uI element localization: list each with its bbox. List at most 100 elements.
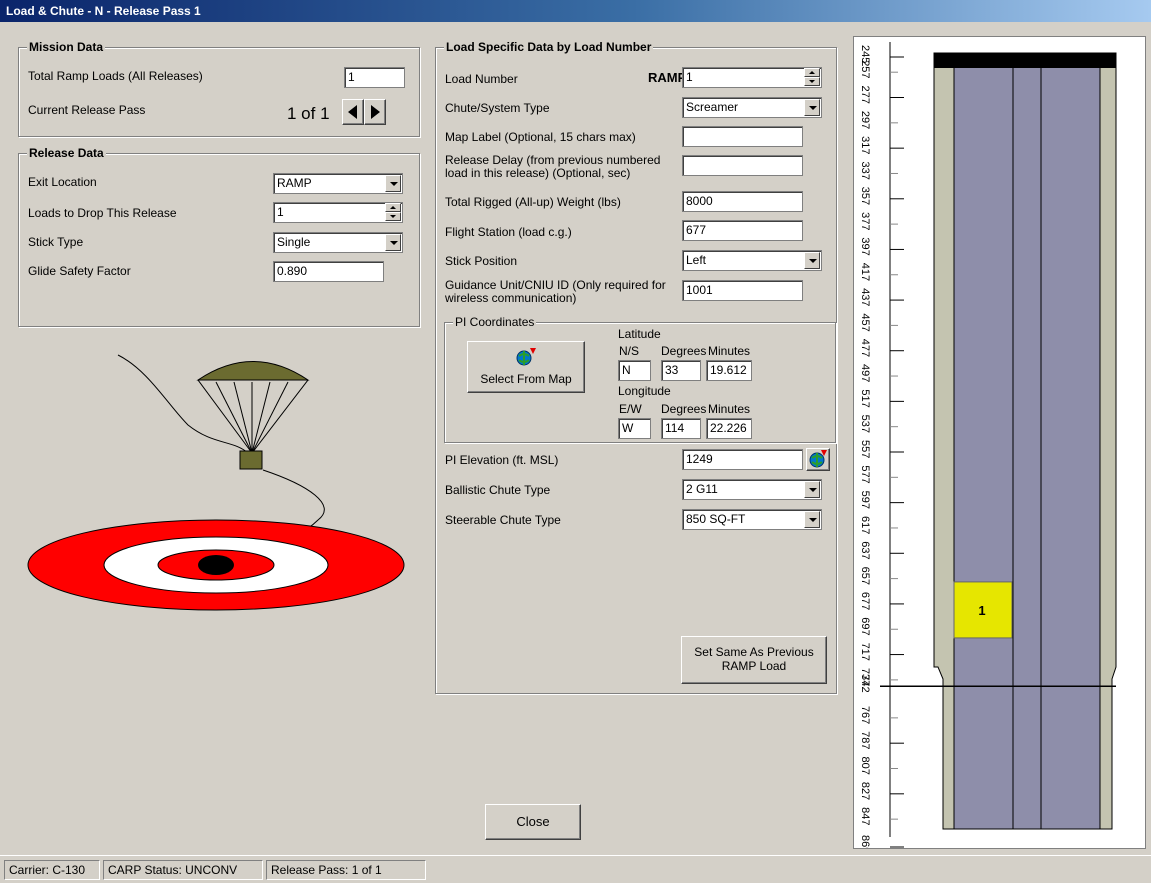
spin-up-icon[interactable]: [385, 203, 401, 212]
ruler-tick-label: 657: [859, 567, 871, 585]
pi-elevation-input[interactable]: 1249: [682, 449, 803, 470]
load-number-prefix: RAMP: [648, 70, 687, 85]
rigged-weight-label: Total Rigged (All-up) Weight (lbs): [445, 195, 621, 209]
total-ramp-loads-input[interactable]: 1: [344, 67, 405, 88]
lon-degrees-input[interactable]: 114: [661, 418, 701, 439]
load-data-title: Load Specific Data by Load Number: [444, 40, 654, 54]
set-same-label-line1: Set Same As Previous: [694, 645, 814, 659]
next-pass-button[interactable]: [364, 99, 386, 125]
lon-minutes-label: Minutes: [708, 402, 751, 416]
glide-safety-input[interactable]: 0.890: [273, 261, 384, 282]
spin-up-icon[interactable]: [804, 68, 820, 77]
guidance-label: Guidance Unit/CNIU ID (Only required for…: [445, 278, 666, 305]
close-button[interactable]: Close: [485, 804, 581, 840]
loads-to-drop-value: 1: [277, 205, 284, 219]
close-label: Close: [516, 814, 550, 829]
rigged-weight-input[interactable]: 8000: [682, 191, 803, 212]
ruler-tick-label: 417: [859, 263, 871, 281]
pi-elevation-map-button[interactable]: [806, 448, 830, 471]
cargo-load-icon: [239, 450, 263, 470]
ballistic-select[interactable]: 2 G11: [682, 479, 822, 500]
cargo-floor: [953, 52, 1101, 830]
ruler-tick-label: 377: [859, 212, 871, 230]
cargo-diagram: 2452572772973173373573773974174374574774…: [859, 42, 1117, 853]
cargo-hold: 1: [880, 52, 1117, 830]
ruler-tick-label: 257: [859, 60, 871, 78]
status-carrier: Carrier: C-130: [4, 860, 100, 880]
ruler-tick-label: 847: [859, 807, 871, 825]
ruler-tick-label: 517: [859, 389, 871, 407]
lat-ns-input[interactable]: N: [618, 360, 651, 381]
pi-coordinates-title: PI Coordinates: [453, 315, 537, 329]
lat-minutes-input[interactable]: 19.612: [706, 360, 752, 381]
load-number-value: 1: [686, 70, 693, 84]
steerable-select[interactable]: 850 SQ-FT: [682, 509, 822, 530]
ruler-tick-label: 397: [859, 237, 871, 255]
guidance-input[interactable]: 1001: [682, 280, 803, 301]
ruler-tick-label: 337: [859, 161, 871, 179]
load-number-label: Load Number: [445, 72, 518, 86]
status-carp: CARP Status: UNCONV: [103, 860, 263, 880]
chevron-down-icon[interactable]: [385, 175, 401, 192]
ruler-tick-label: 869: [859, 835, 871, 848]
flight-station-input[interactable]: 677: [682, 220, 803, 241]
lat-degrees-input[interactable]: 33: [661, 360, 701, 381]
ruler-tick-label: 557: [859, 440, 871, 458]
spin-down-icon[interactable]: [385, 212, 401, 221]
ballistic-value: 2 G11: [686, 482, 718, 496]
chute-type-select[interactable]: Screamer: [682, 97, 822, 118]
load-number-stepper[interactable]: 1: [682, 67, 822, 88]
latitude-label: Latitude: [618, 327, 661, 341]
spin-down-icon[interactable]: [804, 77, 820, 86]
chevron-down-icon[interactable]: [804, 252, 820, 269]
arrow-left-icon: [348, 105, 357, 119]
exit-location-select[interactable]: RAMP: [273, 173, 403, 194]
select-from-map-label: Select From Map: [480, 372, 572, 386]
ruler-tick-label: 597: [859, 491, 871, 509]
loads-to-drop-label: Loads to Drop This Release: [28, 206, 177, 220]
ruler-tick-label: 717: [859, 643, 871, 661]
chevron-down-icon[interactable]: [385, 234, 401, 251]
globe-icon: [809, 450, 827, 468]
lon-degrees-label: Degrees: [661, 402, 707, 416]
ruler-tick-label: 457: [859, 313, 871, 331]
chevron-down-icon[interactable]: [804, 481, 820, 498]
release-delay-input[interactable]: [682, 155, 803, 176]
ruler-ticks: 2452572772973173373573773974174374574774…: [859, 45, 904, 853]
pi-coordinates-group: PI Coordinates Select From Map Latitude …: [444, 315, 836, 443]
suspension-lines: [197, 379, 309, 454]
load-data-group: Load Specific Data by Load Number Load N…: [435, 40, 837, 694]
steerable-label: Steerable Chute Type: [445, 513, 561, 527]
current-release-pass-label: Current Release Pass: [28, 103, 146, 117]
ruler-tick-label: 577: [859, 465, 871, 483]
chevron-down-icon[interactable]: [804, 511, 820, 528]
ruler-tick-label: 317: [859, 136, 871, 154]
set-same-as-previous-button[interactable]: Set Same As Previous RAMP Load: [681, 636, 827, 684]
set-same-label-line2: RAMP Load: [721, 659, 787, 673]
prev-pass-button[interactable]: [342, 99, 364, 125]
lat-minutes-label: Minutes: [708, 344, 751, 358]
loads-to-drop-stepper[interactable]: 1: [273, 202, 403, 223]
chute-type-label: Chute/System Type: [445, 101, 550, 115]
mission-data-group: Mission Data Total Ramp Loads (All Relea…: [18, 40, 420, 137]
longitude-label: Longitude: [618, 384, 671, 398]
stick-position-select[interactable]: Left: [682, 250, 822, 271]
globe-icon: [516, 348, 536, 366]
map-label-input[interactable]: [682, 126, 803, 147]
stick-type-select[interactable]: Single: [273, 232, 403, 253]
ew-label: E/W: [619, 402, 642, 416]
ruler-tick-label: 357: [859, 187, 871, 205]
release-data-title: Release Data: [27, 146, 106, 160]
ruler-tick-label: 477: [859, 339, 871, 357]
ruler-tick-label: 827: [859, 782, 871, 800]
ballistic-label: Ballistic Chute Type: [445, 483, 551, 497]
pi-elevation-label: PI Elevation (ft. MSL): [445, 453, 559, 467]
lon-minutes-input[interactable]: 22.226: [706, 418, 752, 439]
lon-ew-input[interactable]: W: [618, 418, 651, 439]
parachute-target-illustration: [27, 354, 405, 611]
chevron-down-icon[interactable]: [804, 99, 820, 116]
stick-type-value: Single: [277, 235, 311, 249]
select-from-map-button[interactable]: Select From Map: [467, 341, 585, 393]
ruler-tick-label: 807: [859, 757, 871, 775]
status-bar: Carrier: C-130 CARP Status: UNCONV Relea…: [0, 855, 1151, 883]
